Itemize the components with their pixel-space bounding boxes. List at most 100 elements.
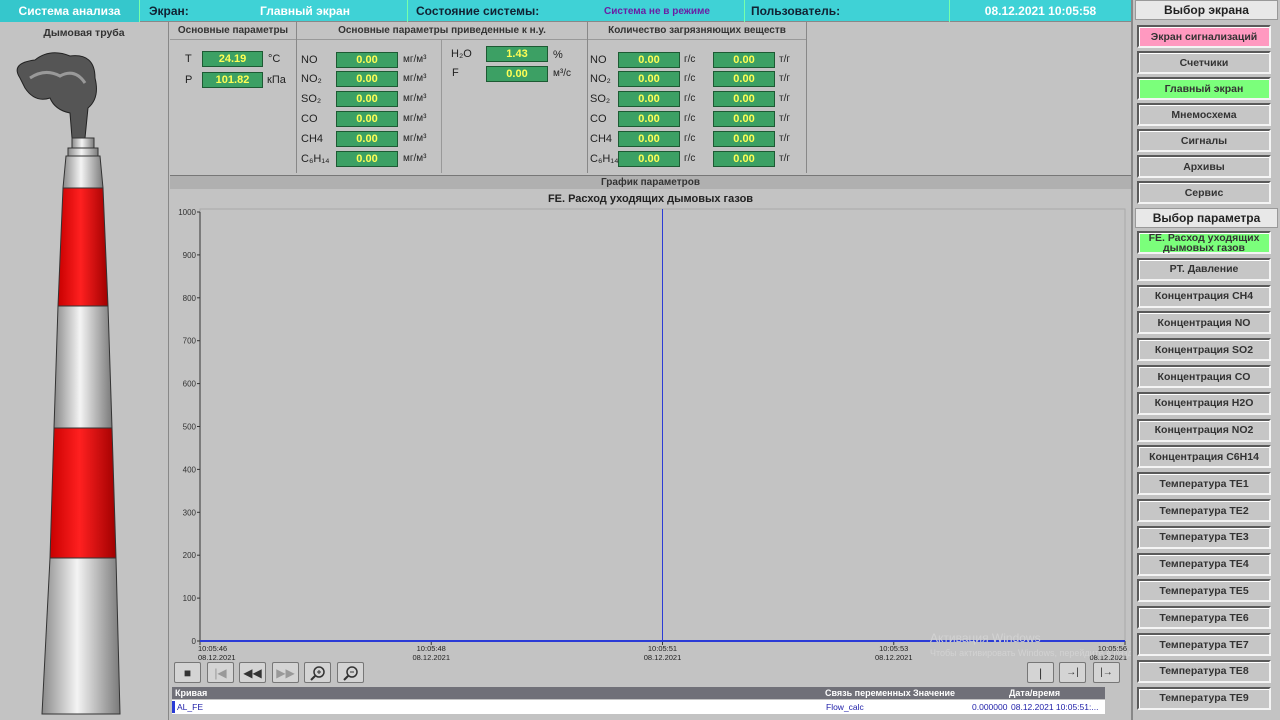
param-label: CO: [301, 113, 318, 125]
param-label: CH4: [590, 133, 613, 145]
stop-icon: ■: [183, 665, 192, 680]
watermark-text: Чтобы активировать Windows, перейдите в …: [930, 648, 1143, 658]
param-value: 0.00: [618, 151, 680, 167]
y-tick-label: 1000: [178, 208, 196, 217]
screen-button[interactable]: Мнемосхема: [1137, 103, 1271, 126]
y-tick-label: 100: [183, 594, 197, 603]
param-unit: г/с: [684, 153, 696, 164]
series-color-marker: [172, 701, 175, 713]
param-button[interactable]: Температура TE2: [1137, 499, 1271, 522]
param-unit: %: [553, 49, 563, 61]
normalized-params-title: Основные параметры приведенные к н.у.: [297, 22, 587, 40]
watermark-title: Активация Windows: [930, 631, 1041, 645]
y-tick-label: 600: [183, 380, 197, 389]
first-icon: |◀: [214, 665, 227, 680]
param-button[interactable]: Концентрация SO2: [1137, 338, 1271, 362]
param-label: SO₂: [590, 93, 611, 105]
system-title: Система анализа: [0, 0, 140, 22]
zoom-out-icon: [342, 665, 358, 681]
param-value: 0.00: [336, 71, 398, 87]
param-unit: мг/м³: [403, 113, 427, 124]
ruler-right-button[interactable]: |→: [1093, 662, 1120, 683]
flow-value: 0.00: [486, 66, 548, 82]
param-value: 0.00: [336, 151, 398, 167]
forward-button[interactable]: ▶▶: [272, 662, 299, 683]
normalized-params-panel: Основные параметры приведенные к н.у. NO…: [297, 22, 588, 173]
param-button[interactable]: Температура TE7: [1137, 633, 1271, 656]
screen-button[interactable]: Экран сигнализаций: [1137, 25, 1271, 48]
param-value: 0.00: [713, 52, 775, 68]
param-label: H₂O: [451, 48, 472, 60]
param-button[interactable]: Концентрация CH4: [1137, 284, 1271, 308]
param-button[interactable]: Температура TE9: [1137, 686, 1271, 710]
screen-button[interactable]: Главный экран: [1137, 77, 1271, 100]
param-unit: т/г: [779, 113, 791, 124]
param-button[interactable]: Концентрация CO: [1137, 365, 1271, 388]
table-cell: 08.12.2021 10:05:51:...: [1011, 702, 1099, 712]
chimney-panel: Дымовая труба: [0, 22, 169, 720]
param-label: CO: [590, 113, 607, 125]
screen-button[interactable]: Счетчики: [1137, 51, 1271, 74]
param-unit: г/с: [684, 133, 696, 144]
screen-button[interactable]: Архивы: [1137, 155, 1271, 178]
datetime: 08.12.2021 10:05:58: [984, 4, 1097, 18]
x-tick-time: 10:05:53: [879, 644, 908, 653]
param-button[interactable]: Температура TE4: [1137, 552, 1271, 576]
param-value: 0.00: [618, 111, 680, 127]
zoom-in-button[interactable]: [304, 662, 331, 683]
screen-value: Главный экран: [203, 0, 408, 22]
param-button[interactable]: Температура TE3: [1137, 525, 1271, 549]
param-button[interactable]: PT. Давление: [1137, 257, 1271, 281]
param-button[interactable]: Концентрация C6H14: [1137, 445, 1271, 469]
param-button[interactable]: Концентрация NO2: [1137, 418, 1271, 442]
param-label: NO₂: [301, 73, 322, 85]
param-unit: м³/с: [553, 68, 571, 79]
rewind-button[interactable]: ◀◀: [239, 662, 266, 683]
param-unit: т/г: [779, 54, 791, 65]
screen-button[interactable]: Сигналы: [1137, 129, 1271, 152]
param-button[interactable]: Температура TE1: [1137, 472, 1271, 496]
ruler-button[interactable]: |: [1027, 662, 1054, 683]
basic-params-title: Основные параметры: [170, 22, 296, 40]
first-button[interactable]: |◀: [207, 662, 234, 683]
param-value: 0.00: [618, 91, 680, 107]
y-tick-label: 900: [183, 251, 197, 260]
x-tick-date: 08.12.2021: [875, 653, 913, 662]
param-label: SO₂: [301, 93, 322, 105]
param-value: 0.00: [618, 131, 680, 147]
zoom-out-button[interactable]: [337, 662, 364, 683]
param-button[interactable]: Температура TE6: [1137, 606, 1271, 630]
param-unit: г/с: [684, 113, 696, 124]
param-button[interactable]: Температура TE8: [1137, 659, 1271, 683]
col-curve: Кривая: [175, 688, 208, 698]
param-button[interactable]: Концентрация NO: [1137, 311, 1271, 335]
navigation-panel: Выбор экрана Экран сигнализаций Счетчики Г…: [1131, 0, 1280, 720]
param-label: NO₂: [590, 73, 611, 85]
ruler-left-button[interactable]: →|: [1059, 662, 1086, 683]
param-unit: г/с: [684, 93, 696, 104]
param-button[interactable]: FE. Расход уходящих дымовых газов: [1137, 231, 1271, 254]
param-label: CH4: [301, 133, 324, 145]
trend-chart[interactable]: 0 100 200 300 400 500 600 700 800 900 1000 10:05:46…: [170, 207, 1131, 685]
x-tick-time: 10:05:48: [417, 644, 446, 653]
param-unit: мг/м³: [403, 133, 427, 144]
h2o-value: 1.43: [486, 46, 548, 62]
x-tick-date: 08.12.2021: [412, 653, 450, 662]
stop-button[interactable]: ■: [174, 662, 201, 683]
screen-button[interactable]: Сервис: [1137, 181, 1271, 204]
param-label: NO: [301, 54, 318, 66]
param-value: 0.00: [618, 71, 680, 87]
param-button[interactable]: Температура TE5: [1137, 579, 1271, 603]
param-unit: мг/м³: [403, 93, 427, 104]
param-value: 0.00: [713, 131, 775, 147]
param-button[interactable]: Концентрация H2O: [1137, 391, 1271, 415]
param-value: 0.00: [336, 111, 398, 127]
y-tick-label: 300: [183, 508, 197, 517]
chimney-icon: [16, 52, 121, 715]
param-value: 0.00: [713, 71, 775, 87]
table-row[interactable]: AL_FE Flow_calc 0.000000 08.12.2021 10:0…: [172, 700, 1105, 714]
param-select-title: Выбор параметра: [1135, 208, 1278, 228]
ruler-icon: |: [1038, 665, 1043, 680]
param-unit: т/г: [779, 133, 791, 144]
param-unit: мг/м³: [403, 73, 427, 84]
